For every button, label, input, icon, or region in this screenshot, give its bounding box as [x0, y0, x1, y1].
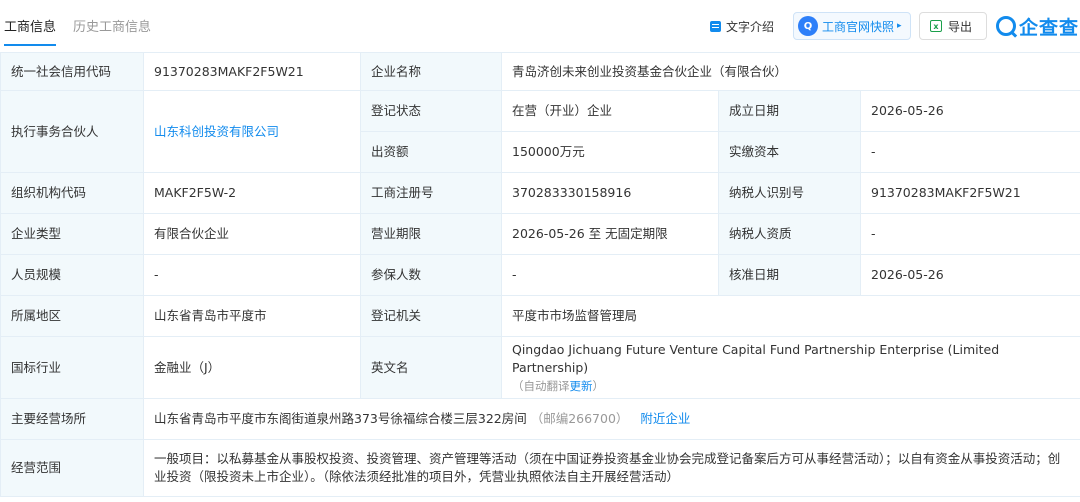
table-row: 企业类型 有限合伙企业 营业期限 2026-05-26 至 无固定期限 纳税人资…: [0, 213, 1080, 255]
org-code-value: MAKF2F5W-2: [143, 172, 361, 214]
taxpayer-qual-value: -: [860, 213, 1080, 255]
auto-translate-prefix: （自动翻译: [512, 378, 570, 393]
company-name-label: 企业名称: [360, 52, 502, 91]
staff-size-label: 人员规模: [0, 254, 144, 296]
address-value: 山东省青岛市平度市东阁街道泉州路373号徐福综合楼三层322房间: [154, 411, 527, 426]
table-row: 统一社会信用代码 91370283MAKF2F5W21 企业名称 青岛济创未来创…: [0, 52, 1080, 91]
logo-text: 企查查: [1019, 16, 1080, 39]
biz-reg-no-value: 370283330158916: [501, 172, 719, 214]
insured-label: 参保人数: [360, 254, 502, 296]
insured-value: -: [501, 254, 719, 296]
export-button[interactable]: x 导出: [919, 12, 987, 40]
taxpayer-qual-label: 纳税人资质: [718, 213, 861, 255]
table-row: 经营范围 一般项目：以私募基金从事股权投资、投资管理、资产管理等活动（须在中国证…: [0, 439, 1080, 497]
postcode-value: （邮编266700）: [530, 411, 629, 426]
reg-status-value: 在营（开业）企业: [501, 90, 719, 132]
text-intro-label: 文字介绍: [726, 19, 775, 34]
founded-label: 成立日期: [718, 90, 861, 132]
org-code-label: 组织机构代码: [0, 172, 144, 214]
industry-label: 国标行业: [0, 336, 144, 399]
english-name-value: Qingdao Jichuang Future Venture Capital …: [512, 341, 1000, 375]
company-type-label: 企业类型: [0, 213, 144, 255]
paid-capital-label: 实缴资本: [718, 131, 861, 173]
taxpayer-id-value: 91370283MAKF2F5W21: [860, 172, 1080, 214]
official-snapshot-label: 工商官网快照: [822, 19, 895, 34]
english-name-label: 英文名: [360, 336, 502, 399]
taxpayer-id-label: 纳税人识别号: [718, 172, 861, 214]
top-bar: 工商信息 历史工商信息 文字介绍 Q 工商官网快照 ▸ x 导出 企查查: [0, 0, 1080, 52]
tab-business-info[interactable]: 工商信息: [4, 19, 57, 46]
magnifier-logo-icon: [996, 16, 1016, 36]
nearby-companies-link[interactable]: 附近企业: [640, 411, 690, 426]
text-intro-button[interactable]: 文字介绍: [710, 12, 782, 40]
table-row: 人员规模 - 参保人数 - 核准日期 2026-05-26: [0, 254, 1080, 296]
credit-code-label: 统一社会信用代码: [0, 52, 144, 91]
approval-date-label: 核准日期: [718, 254, 861, 296]
staff-size-value: -: [143, 254, 361, 296]
term-value: 2026-05-26 至 无固定期限: [501, 213, 719, 255]
table-row: 组织机构代码 MAKF2F5W-2 工商注册号 370283330158916 …: [0, 172, 1080, 214]
address-cell: 山东省青岛市平度市东阁街道泉州路373号徐福综合楼三层322房间 （邮编2667…: [143, 398, 1080, 440]
scope-label: 经营范围: [0, 439, 144, 497]
auto-translate-note: （自动翻译更新）: [512, 377, 1070, 395]
founded-value: 2026-05-26: [860, 90, 1080, 132]
table-row: 执行事务合伙人 山东科创投资有限公司 登记状态 在营（开业）企业 成立日期 20…: [0, 90, 1080, 173]
company-type-value: 有限合伙企业: [143, 213, 361, 255]
approval-date-value: 2026-05-26: [860, 254, 1080, 296]
document-icon: [710, 20, 721, 32]
official-snapshot-button[interactable]: Q 工商官网快照 ▸: [793, 12, 911, 40]
capital-label: 出资额: [360, 131, 502, 173]
excel-icon: x: [930, 20, 942, 32]
partner-link[interactable]: 山东科创投资有限公司: [154, 124, 279, 139]
capital-value: 150000万元: [501, 131, 719, 173]
table-row: 国标行业 金融业（J） 英文名 Qingdao Jichuang Future …: [0, 336, 1080, 399]
partner-cell: 山东科创投资有限公司: [143, 90, 361, 173]
partner-label: 执行事务合伙人: [0, 90, 144, 173]
play-arrow-icon: ▸: [897, 21, 902, 31]
scope-value: 一般项目：以私募基金从事股权投资、投资管理、资产管理等活动（须在中国证券投资基金…: [143, 439, 1080, 497]
english-name-cell: Qingdao Jichuang Future Venture Capital …: [501, 336, 1080, 399]
biz-reg-no-label: 工商注册号: [360, 172, 502, 214]
reg-authority-label: 登记机关: [360, 295, 502, 337]
credit-code-value: 91370283MAKF2F5W21: [143, 52, 361, 91]
qichacha-logo: 企查查: [996, 13, 1079, 39]
table-row: 主要经营场所 山东省青岛市平度市东阁街道泉州路373号徐福综合楼三层322房间 …: [0, 398, 1080, 440]
auto-translate-suffix: ）: [592, 378, 605, 393]
industry-value: 金融业（J）: [143, 336, 361, 399]
region-label: 所属地区: [0, 295, 144, 337]
auto-translate-update-link[interactable]: 更新: [570, 379, 593, 393]
table-row: 所属地区 山东省青岛市平度市 登记机关 平度市市场监督管理局: [0, 295, 1080, 337]
term-label: 营业期限: [360, 213, 502, 255]
snapshot-icon: Q: [798, 16, 818, 36]
reg-authority-value: 平度市市场监督管理局: [501, 295, 1080, 337]
company-name-value: 青岛济创未来创业投资基金合伙企业（有限合伙）: [501, 52, 1080, 91]
business-info-table: 统一社会信用代码 91370283MAKF2F5W21 企业名称 青岛济创未来创…: [0, 52, 1080, 497]
tab-history-business-info[interactable]: 历史工商信息: [73, 19, 151, 37]
reg-status-label: 登记状态: [360, 90, 502, 132]
region-value: 山东省青岛市平度市: [143, 295, 361, 337]
export-label: 导出: [948, 19, 973, 34]
address-label: 主要经营场所: [0, 398, 144, 440]
paid-capital-value: -: [860, 131, 1080, 173]
